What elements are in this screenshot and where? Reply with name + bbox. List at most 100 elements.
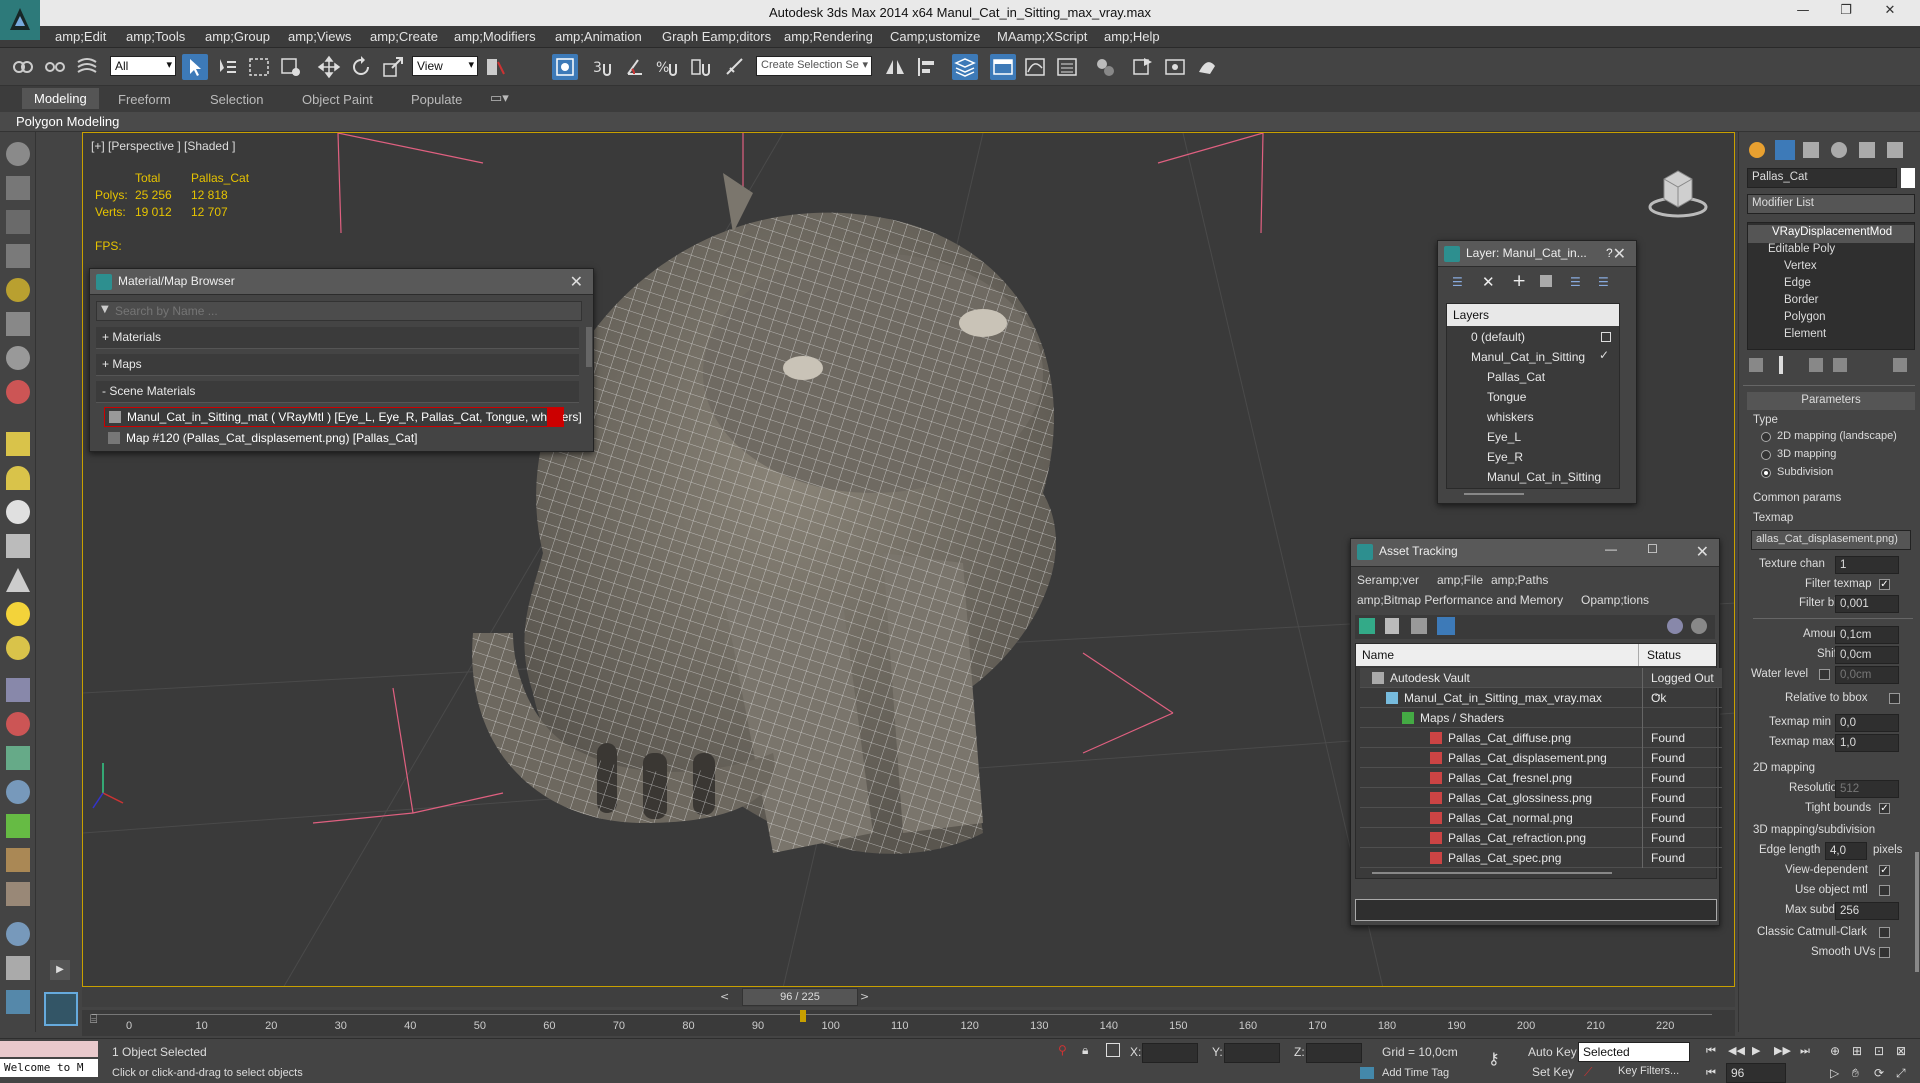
parameters-rollout[interactable]: Parameters xyxy=(1747,392,1915,410)
material-browser-scrollbar[interactable] xyxy=(586,327,592,367)
settings-icon[interactable] xyxy=(1691,618,1707,634)
shift-spinner[interactable]: 0,0cm xyxy=(1835,646,1899,664)
window-crossing-icon[interactable] xyxy=(278,54,304,80)
checkmark-icon[interactable]: ✓ xyxy=(1599,348,1609,362)
modifier-list-dropdown[interactable]: Modifier List xyxy=(1747,194,1915,214)
scene-explorer-icon[interactable] xyxy=(6,210,30,234)
add-layer-icon[interactable]: + xyxy=(1512,271,1526,291)
subobject-polygon[interactable]: Polygon xyxy=(1784,311,1826,323)
col-status[interactable]: Status xyxy=(1638,644,1681,666)
menu-edit[interactable]: amp;Edit xyxy=(55,29,106,44)
sphere-primitive-icon[interactable] xyxy=(6,500,30,524)
layer-object-row[interactable]: whiskers xyxy=(1487,410,1652,430)
menu-modifiers[interactable]: amp;Modifiers xyxy=(454,29,536,44)
layer-object-row[interactable]: Tongue xyxy=(1487,390,1652,410)
rectangular-selection-icon[interactable] xyxy=(246,54,272,80)
delete-layer-icon[interactable]: ✕ xyxy=(1482,273,1495,291)
key-filters-button[interactable]: Key Filters... xyxy=(1618,1065,1679,1077)
zoom-all-icon[interactable]: ⊞ xyxy=(1852,1044,1862,1058)
fov-icon[interactable]: ▷ xyxy=(1830,1066,1839,1080)
table-row[interactable]: Pallas_Cat_displasement.png Found xyxy=(1360,748,1722,768)
layer-object-row[interactable]: Eye_L xyxy=(1487,430,1652,450)
move-icon[interactable] xyxy=(316,54,342,80)
maximize-viewport-icon[interactable]: ⤢ xyxy=(1896,1066,1906,1081)
time-tag-icon[interactable] xyxy=(1360,1067,1374,1079)
current-layer-checkbox[interactable] xyxy=(1601,332,1611,342)
tab-selection[interactable]: Selection xyxy=(210,92,263,107)
texmap-min-spinner[interactable]: 0,0 xyxy=(1835,714,1899,732)
table-row[interactable]: Autodesk Vault Logged Out ... xyxy=(1360,668,1722,699)
align-icon[interactable] xyxy=(914,54,940,80)
select-by-name-icon[interactable] xyxy=(214,54,240,80)
amount-spinner[interactable]: 0,1cm xyxy=(1835,626,1899,644)
zoom-extents-icon[interactable]: ⊡ xyxy=(1874,1044,1884,1058)
menu-group[interactable]: amp;Group xyxy=(205,29,270,44)
next-key-icon[interactable]: ▶▶ xyxy=(1774,1044,1791,1057)
menu-views[interactable]: amp;Views xyxy=(288,29,351,44)
shape-icon[interactable] xyxy=(6,746,30,770)
mirror-icon[interactable] xyxy=(882,54,908,80)
layer-row[interactable]: 0 (default) xyxy=(1471,330,1636,350)
layer-scrollbar[interactable] xyxy=(1464,493,1524,495)
catmull-clark-checkbox[interactable] xyxy=(1879,927,1890,938)
restore-button[interactable]: ❐ xyxy=(1828,3,1864,23)
table-row[interactable]: Manul_Cat_in_Sitting_max_vray.max Ok xyxy=(1360,688,1722,708)
col-name[interactable]: Name xyxy=(1362,648,1394,662)
pyramid-icon[interactable] xyxy=(6,568,30,592)
view-dependent-checkbox[interactable]: ✓ xyxy=(1879,865,1890,876)
spinner-snap-icon[interactable] xyxy=(686,54,712,80)
edit-named-selection-icon[interactable] xyxy=(722,54,748,80)
tight-bounds-checkbox[interactable]: ✓ xyxy=(1879,803,1890,814)
radio-subdivision[interactable] xyxy=(1761,468,1771,478)
play-icon[interactable]: ▶ xyxy=(1752,1044,1760,1057)
camera-icon[interactable] xyxy=(6,312,30,336)
curve-editor-icon[interactable] xyxy=(1022,54,1048,80)
maxscript-listener[interactable]: Welcome to M xyxy=(0,1059,98,1077)
modify-tab-icon[interactable] xyxy=(1775,140,1795,160)
layer-row[interactable]: Manul_Cat_in_Sitting xyxy=(1471,350,1636,370)
radio-3d-mapping[interactable] xyxy=(1761,450,1771,460)
ribbon-toggle-icon[interactable] xyxy=(990,54,1016,80)
create-tab-icon[interactable] xyxy=(1749,142,1765,158)
lock-selection-icon[interactable]: ⚲ xyxy=(1058,1043,1067,1057)
table-row[interactable]: Maps / Shaders xyxy=(1360,708,1722,728)
teapot-icon[interactable] xyxy=(6,636,30,660)
select-layer-icon[interactable]: ☰ xyxy=(1570,275,1581,289)
list-view-icon[interactable] xyxy=(1385,618,1399,634)
subobject-border[interactable]: Border xyxy=(1784,294,1819,306)
goto-start-icon[interactable]: ⏮ xyxy=(1706,1044,1716,1058)
minimize-icon[interactable]: — xyxy=(1605,542,1617,556)
menu-paths[interactable]: amp;Paths xyxy=(1491,573,1548,587)
water-level-checkbox[interactable] xyxy=(1819,669,1830,680)
refresh-icon[interactable] xyxy=(1359,618,1375,634)
maxscript-listener-top[interactable] xyxy=(0,1041,98,1057)
time-slider[interactable]: < 96 / 225 > xyxy=(82,987,1735,1007)
layer-object-row[interactable]: Pallas_Cat xyxy=(1487,370,1652,390)
menu-create[interactable]: amp;Create xyxy=(370,29,438,44)
prev-frame-icon[interactable]: < xyxy=(720,990,729,1003)
pan-icon[interactable]: ✋︎ xyxy=(1852,1066,1859,1081)
table-row[interactable]: Pallas_Cat_fresnel.png Found xyxy=(1360,768,1722,788)
texmap-max-spinner[interactable]: 1,0 xyxy=(1835,734,1899,752)
relative-bbox-checkbox[interactable] xyxy=(1889,693,1900,704)
material-search-input[interactable] xyxy=(115,303,575,319)
filter-texmap-checkbox[interactable]: ✓ xyxy=(1879,579,1890,590)
orbit-view-icon[interactable]: ⟳ xyxy=(1874,1066,1884,1080)
render-icon[interactable] xyxy=(6,990,30,1014)
set-key-button[interactable]: Set Key xyxy=(1532,1065,1574,1079)
configure-sets-icon[interactable] xyxy=(1893,358,1907,372)
sun-icon[interactable] xyxy=(6,602,30,626)
render-production-icon[interactable] xyxy=(1194,54,1220,80)
menu-customize[interactable]: Camp;ustomize xyxy=(890,29,980,44)
rendered-frame-window-icon[interactable] xyxy=(1162,54,1188,80)
modifier-vray-displacement[interactable]: VRayDisplacementMod xyxy=(1748,225,1914,243)
texture-chan-spinner[interactable]: 1 xyxy=(1835,556,1899,574)
light-icon[interactable] xyxy=(6,278,30,302)
list-icon[interactable] xyxy=(6,244,30,268)
viewport-layout-icon[interactable] xyxy=(6,176,30,200)
hierarchy-tab-icon[interactable] xyxy=(1803,142,1819,158)
add-time-tag-button[interactable]: Add Time Tag xyxy=(1382,1067,1449,1079)
filter-icon[interactable]: ▼ xyxy=(101,304,109,315)
trackbar-menu-icon[interactable]: ⌸ xyxy=(90,1012,114,1032)
reference-coordinate-dropdown[interactable]: View xyxy=(412,56,478,76)
